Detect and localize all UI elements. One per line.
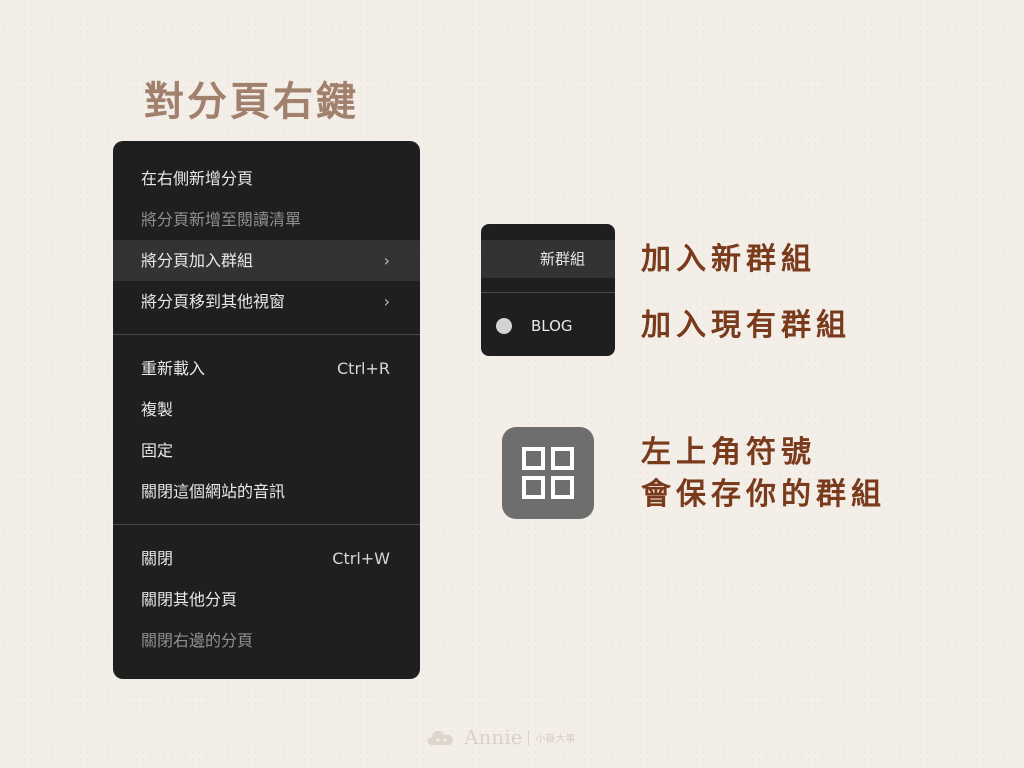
menu-item-label: 在右側新增分頁 — [141, 169, 254, 188]
page-title: 對分頁右鍵 — [144, 79, 359, 125]
watermark-subtitle: 小薇大事 — [528, 729, 575, 745]
menu-item-close[interactable]: 關閉 Ctrl+W — [113, 538, 420, 579]
menu-item-add-tab-to-group[interactable]: 將分頁加入群組 › — [113, 240, 420, 281]
annotation-add-existing-group: 加入現有群組 — [641, 308, 851, 343]
watermark-name: Annie — [464, 725, 523, 749]
menu-item-close-tabs-right[interactable]: 關閉右邊的分頁 — [113, 620, 420, 661]
new-group-label: 新群組 — [539, 250, 585, 268]
menu-item-add-to-reading-list[interactable]: 將分頁新增至閱讀清單 — [113, 199, 420, 240]
menu-divider — [113, 524, 420, 525]
cloud-logo-icon — [427, 731, 453, 745]
existing-group-label: BLOG — [531, 317, 573, 335]
existing-group-option[interactable]: BLOG — [481, 308, 615, 344]
chevron-right-icon: › — [383, 251, 390, 270]
menu-item-label: 重新載入 — [141, 359, 206, 378]
menu-item-move-tab-to-window[interactable]: 將分頁移到其他視窗 › — [113, 281, 420, 322]
menu-item-label: 關閉其他分頁 — [141, 590, 238, 609]
annotation-add-new-group: 加入新群組 — [641, 242, 816, 277]
menu-item-pin[interactable]: 固定 — [113, 430, 420, 471]
circle-dot-icon — [496, 318, 512, 334]
group-submenu: 新群組 BLOG — [481, 224, 615, 356]
grid-four-squares-icon — [522, 447, 574, 499]
submenu-divider — [481, 292, 615, 293]
annotation-group-symbol: 左上角符號 會保存你的群組 — [641, 432, 886, 516]
menu-item-mute-site[interactable]: 關閉這個網站的音訊 — [113, 471, 420, 512]
tab-context-menu: 在右側新增分頁 將分頁新增至閱讀清單 將分頁加入群組 › 將分頁移到其他視窗 ›… — [113, 141, 420, 679]
menu-item-label: 將分頁移到其他視窗 — [141, 292, 286, 311]
menu-divider — [113, 334, 420, 335]
menu-item-new-tab-right[interactable]: 在右側新增分頁 — [113, 158, 420, 199]
menu-item-reload[interactable]: 重新載入 Ctrl+R — [113, 348, 420, 389]
watermark: Annie 小薇大事 — [424, 722, 575, 752]
menu-item-label: 關閉 — [141, 549, 174, 568]
annotation-line: 會保存你的群組 — [641, 477, 886, 512]
menu-item-label: 關閉右邊的分頁 — [141, 631, 254, 650]
menu-item-label: 複製 — [141, 400, 174, 419]
new-group-option[interactable]: 新群組 — [481, 240, 615, 278]
menu-item-label: 將分頁加入群組 — [141, 251, 254, 270]
annotation-line: 左上角符號 — [641, 435, 816, 470]
menu-item-close-other-tabs[interactable]: 關閉其他分頁 — [113, 579, 420, 620]
menu-item-label: 固定 — [141, 441, 174, 460]
menu-item-label: 關閉這個網站的音訊 — [141, 482, 286, 501]
menu-item-label: 將分頁新增至閱讀清單 — [141, 210, 302, 229]
menu-item-shortcut: Ctrl+W — [332, 549, 390, 568]
group-symbol-tile — [502, 427, 594, 519]
menu-item-shortcut: Ctrl+R — [337, 359, 390, 378]
chevron-right-icon: › — [383, 292, 390, 311]
menu-item-duplicate[interactable]: 複製 — [113, 389, 420, 430]
